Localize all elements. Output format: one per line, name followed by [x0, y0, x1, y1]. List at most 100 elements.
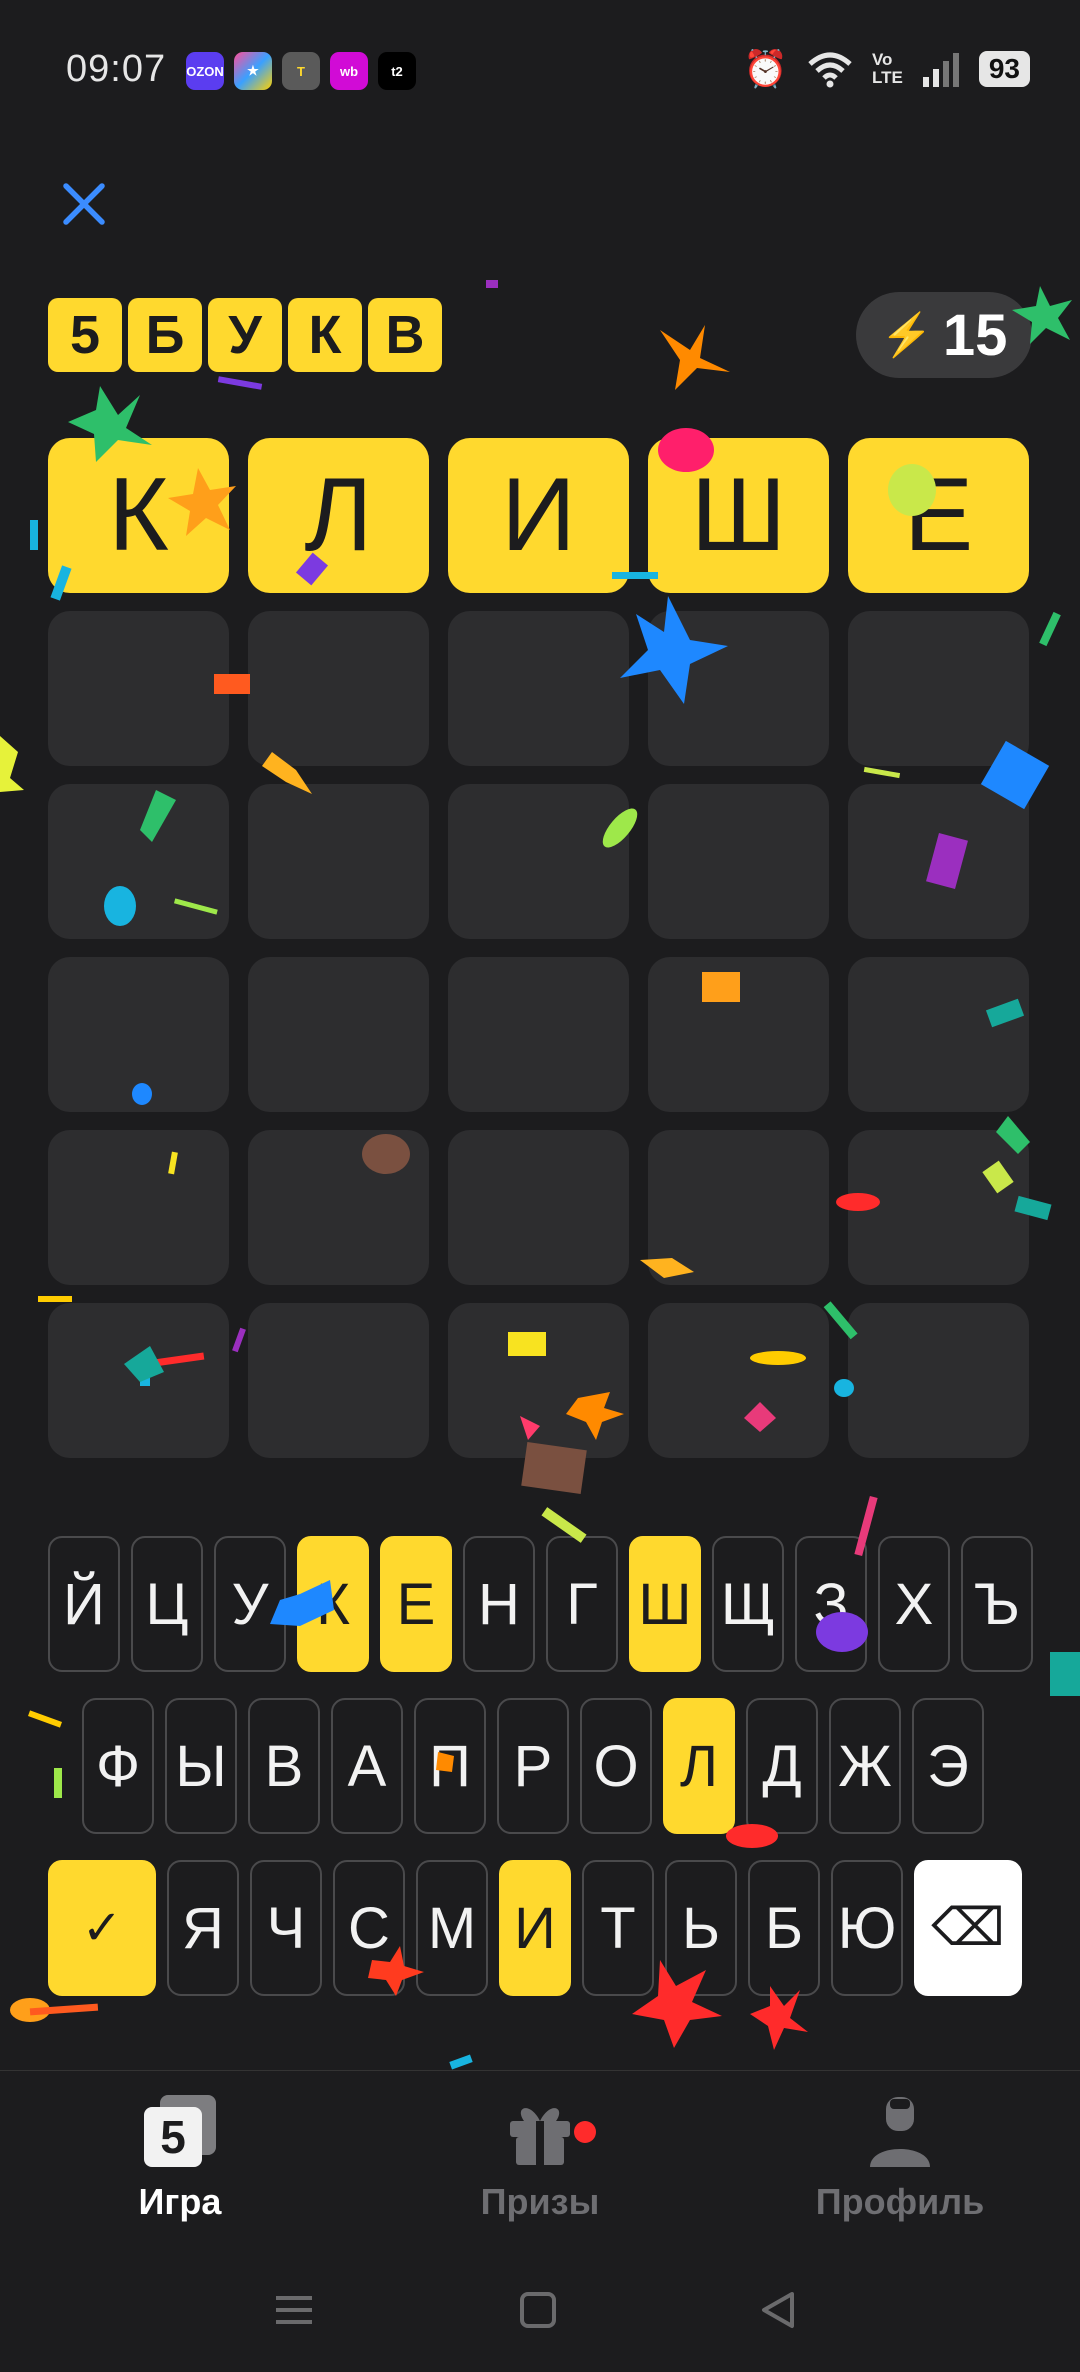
key[interactable]: Ч: [250, 1860, 322, 1996]
nav-label-game: Игра: [138, 2181, 222, 2222]
grid-row: [48, 957, 1032, 1112]
alarm-icon: ⏰: [743, 48, 788, 89]
key[interactable]: М: [416, 1860, 488, 1996]
grid-row: [48, 784, 1032, 939]
key[interactable]: Ъ: [961, 1536, 1033, 1672]
grid-cell: [848, 1303, 1029, 1458]
grid-cell: [848, 611, 1029, 766]
grid-cell: [48, 611, 229, 766]
key[interactable]: К: [297, 1536, 369, 1672]
key[interactable]: Ф: [82, 1698, 154, 1834]
notification-app-icons: OZON ★ Т wb t2: [186, 52, 416, 90]
signal-icon: [922, 53, 959, 87]
logo-letter: В: [368, 298, 442, 372]
key[interactable]: Ц: [131, 1536, 203, 1672]
grid-row: [48, 1303, 1032, 1458]
grid-cell: [448, 1130, 629, 1285]
key[interactable]: Т: [582, 1860, 654, 1996]
key[interactable]: Ж: [829, 1698, 901, 1834]
grid-cell: [648, 611, 829, 766]
key[interactable]: З: [795, 1536, 867, 1672]
key[interactable]: Р: [497, 1698, 569, 1834]
key[interactable]: Л: [663, 1698, 735, 1834]
gift-icon: [504, 2095, 576, 2167]
key[interactable]: Н: [463, 1536, 535, 1672]
key[interactable]: Я: [167, 1860, 239, 1996]
ozon-app-icon: OZON: [186, 52, 224, 90]
grid-row: [48, 611, 1032, 766]
grid-cell: [48, 1303, 229, 1458]
menu-icon[interactable]: [272, 2286, 316, 2344]
key[interactable]: У: [214, 1536, 286, 1672]
grid-cell: [248, 1303, 429, 1458]
key[interactable]: С: [333, 1860, 405, 1996]
keyboard-row-1: Й Ц У К Е Н Г Ш Щ З Х Ъ: [48, 1536, 1033, 1672]
tbank-app-icon: Т: [282, 52, 320, 90]
grid-cell: [448, 957, 629, 1112]
key[interactable]: Й: [48, 1536, 120, 1672]
grid-cell: [648, 784, 829, 939]
nav-label-profile: Профиль: [815, 2181, 985, 2222]
grid-cell: [48, 1130, 229, 1285]
backspace-button[interactable]: ⌫: [914, 1860, 1022, 1996]
nav-tab-game[interactable]: 5 Игра: [60, 2095, 300, 2223]
energy-counter[interactable]: ⚡ 15: [856, 292, 1032, 378]
game-logo-5-bukv: 5 Б У К В: [48, 298, 442, 372]
grid-cell: [848, 784, 1029, 939]
enter-button[interactable]: ✓: [48, 1860, 156, 1996]
key[interactable]: О: [580, 1698, 652, 1834]
grid-cell: [248, 957, 429, 1112]
game-tab-icon: 5: [144, 2095, 216, 2167]
close-button[interactable]: [58, 178, 110, 230]
grid-cell: [48, 784, 229, 939]
grid-cell: [448, 1303, 629, 1458]
logo-letter: К: [288, 298, 362, 372]
clock: 09:07: [66, 48, 167, 90]
system-navigation-bar: [0, 2262, 1080, 2372]
star-app-icon: ★: [234, 52, 272, 90]
grid-cell: [648, 957, 829, 1112]
checkmark-icon: ✓: [81, 1902, 123, 1955]
grid-cell: [648, 1303, 829, 1458]
key[interactable]: Е: [380, 1536, 452, 1672]
key[interactable]: А: [331, 1698, 403, 1834]
game-icon-digit: 5: [144, 2107, 202, 2167]
home-icon[interactable]: [516, 2286, 560, 2344]
grid-cell: Л: [248, 438, 429, 593]
key[interactable]: Ш: [629, 1536, 701, 1672]
key[interactable]: В: [248, 1698, 320, 1834]
grid-row: [48, 1130, 1032, 1285]
status-bar: 09:07 OZON ★ Т wb t2 ⏰ Vo LTE 93: [0, 0, 1080, 140]
key[interactable]: Щ: [712, 1536, 784, 1672]
keyboard-row-3: ✓ Я Ч С М И Т Ь Б Ю ⌫: [48, 1860, 1022, 1996]
key[interactable]: Ь: [665, 1860, 737, 1996]
wifi-icon: [808, 52, 852, 88]
key[interactable]: Г: [546, 1536, 618, 1672]
key[interactable]: Х: [878, 1536, 950, 1672]
backspace-icon: ⌫: [931, 1899, 1005, 1957]
grid-cell: [448, 611, 629, 766]
key[interactable]: Б: [748, 1860, 820, 1996]
keyboard-row-2: Ф Ы В А П Р О Л Д Ж Э: [82, 1698, 984, 1834]
back-icon[interactable]: [756, 2286, 800, 2344]
word-grid: К Л И Ш Е: [48, 438, 1032, 1476]
nav-tab-prizes[interactable]: Призы: [420, 2095, 660, 2223]
grid-cell: К: [48, 438, 229, 593]
nav-tab-profile[interactable]: Профиль: [780, 2095, 1020, 2223]
logo-letter: Б: [128, 298, 202, 372]
grid-cell: [648, 1130, 829, 1285]
profile-icon: [864, 2095, 936, 2167]
logo-letter: 5: [48, 298, 122, 372]
close-icon: [63, 183, 105, 225]
key[interactable]: Ю: [831, 1860, 903, 1996]
grid-row: К Л И Ш Е: [48, 438, 1032, 593]
key[interactable]: П: [414, 1698, 486, 1834]
key[interactable]: Ы: [165, 1698, 237, 1834]
key[interactable]: Д: [746, 1698, 818, 1834]
lightning-icon: ⚡: [880, 310, 933, 358]
notification-dot: [574, 2121, 596, 2143]
key[interactable]: Э: [912, 1698, 984, 1834]
key[interactable]: И: [499, 1860, 571, 1996]
energy-count: 15: [942, 302, 1008, 368]
grid-cell: [848, 1130, 1029, 1285]
